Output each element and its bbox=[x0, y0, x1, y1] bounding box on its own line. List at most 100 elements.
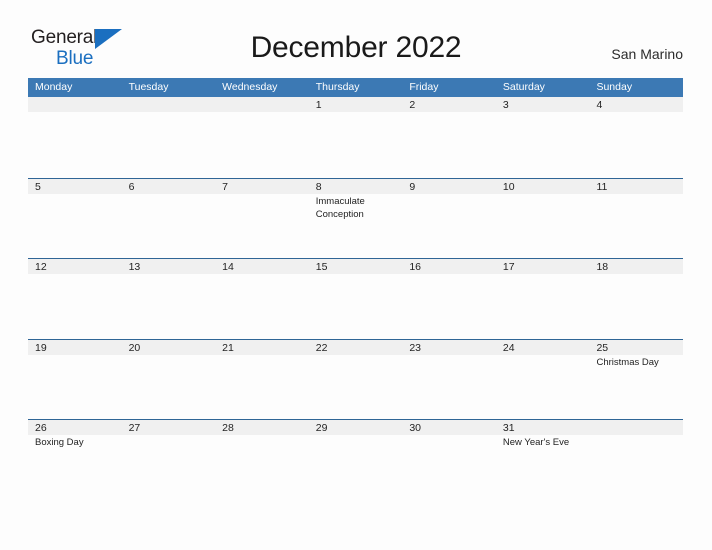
day-cell-8[interactable]: 8 Immaculate Conception bbox=[308, 178, 403, 258]
day-cell-14[interactable]: 14 bbox=[215, 259, 309, 339]
day-number: 9 bbox=[409, 180, 416, 193]
day-number-band bbox=[215, 178, 309, 194]
weekday-header-tuesday: Tuesday bbox=[128, 81, 169, 93]
day-number-band bbox=[308, 178, 403, 194]
day-cell-27[interactable]: 27 bbox=[121, 420, 216, 500]
day-events: Boxing Day bbox=[35, 436, 119, 449]
day-number: 15 bbox=[315, 261, 328, 273]
day-number-band bbox=[402, 97, 496, 112]
day-number: 6 bbox=[128, 180, 135, 193]
day-cell-10[interactable]: 10 bbox=[495, 178, 590, 258]
day-number: 7 bbox=[222, 180, 228, 193]
weekday-header-friday: Friday bbox=[409, 81, 439, 93]
day-cell-31[interactable]: 31 New Year's Eve bbox=[495, 420, 590, 500]
weekday-header-saturday: Saturday bbox=[502, 81, 545, 93]
event-label: Christmas Day bbox=[596, 356, 659, 368]
day-cell-11[interactable]: 11 bbox=[589, 178, 684, 258]
day-cell-15[interactable]: 15 bbox=[308, 259, 403, 339]
day-number-band bbox=[28, 97, 122, 112]
day-number-band bbox=[589, 420, 684, 435]
calendar-week-row: 26 Boxing Day 27 28 29 30 31 New Year's Eve bbox=[28, 419, 684, 500]
day-cell-empty bbox=[28, 97, 122, 178]
day-cell-26[interactable]: 26 Boxing Day bbox=[28, 420, 122, 500]
day-cell-2[interactable]: 2 bbox=[402, 97, 496, 178]
day-number: 5 bbox=[35, 180, 41, 193]
day-number: 1 bbox=[315, 99, 322, 111]
day-number-band bbox=[28, 178, 122, 194]
weekday-header-sunday: Sunday bbox=[596, 81, 633, 93]
day-number: 28 bbox=[222, 422, 234, 434]
day-number: 23 bbox=[409, 341, 421, 354]
day-number: 13 bbox=[128, 261, 141, 273]
calendar-week-row: 5 6 7 8 Immaculate Conception 9 10 11 bbox=[28, 177, 684, 258]
day-number: 21 bbox=[222, 341, 234, 354]
calendar-page: General Blue December 2022 San Marino Mo… bbox=[0, 0, 712, 550]
day-number: 18 bbox=[596, 261, 609, 273]
day-number-band bbox=[308, 97, 403, 112]
day-cell-20[interactable]: 20 bbox=[121, 339, 216, 419]
day-cell-21[interactable]: 21 bbox=[215, 339, 309, 419]
calendar-week-row: 1 2 3 4 bbox=[28, 97, 684, 178]
day-number: 4 bbox=[596, 99, 603, 111]
day-number: 20 bbox=[128, 341, 141, 354]
day-cell-empty bbox=[215, 97, 309, 178]
day-number: 12 bbox=[35, 261, 47, 273]
day-cell-4[interactable]: 4 bbox=[589, 97, 684, 178]
day-cell-12[interactable]: 12 bbox=[28, 259, 122, 339]
day-cell-25[interactable]: 25 Christmas Day bbox=[589, 339, 684, 419]
calendar-week-row: 12 13 14 15 16 17 18 bbox=[28, 258, 684, 339]
day-cell-6[interactable]: 6 bbox=[121, 178, 216, 258]
day-number: 29 bbox=[315, 422, 328, 434]
day-number: 31 bbox=[502, 422, 515, 434]
day-cell-22[interactable]: 22 bbox=[308, 339, 403, 419]
day-cell-1[interactable]: 1 bbox=[308, 97, 403, 178]
event-label: Immaculate bbox=[315, 195, 365, 207]
day-cell-23[interactable]: 23 bbox=[402, 339, 496, 419]
page-title: December 2022 bbox=[250, 31, 462, 64]
page-header: General Blue December 2022 San Marino bbox=[0, 0, 712, 78]
day-cell-7[interactable]: 7 bbox=[215, 178, 309, 258]
day-number: 30 bbox=[409, 422, 421, 434]
day-cell-5[interactable]: 5 bbox=[28, 178, 122, 258]
day-number-band bbox=[402, 178, 496, 194]
day-cell-16[interactable]: 16 bbox=[402, 259, 496, 339]
weekday-header-thursday: Thursday bbox=[315, 81, 360, 93]
weekday-header-wednesday: Wednesday bbox=[222, 81, 278, 93]
day-number: 10 bbox=[502, 180, 515, 193]
day-cell-18[interactable]: 18 bbox=[589, 259, 684, 339]
day-number: 26 bbox=[35, 422, 47, 434]
day-cell-3[interactable]: 3 bbox=[495, 97, 590, 178]
day-cell-empty bbox=[121, 97, 216, 178]
calendar-grid: Monday Tuesday Wednesday Thursday Friday Satu… bbox=[28, 78, 684, 500]
day-cell-empty bbox=[589, 420, 684, 500]
location-label: San Marino bbox=[611, 46, 683, 62]
day-number: 27 bbox=[128, 422, 141, 434]
day-number-band bbox=[121, 97, 216, 112]
day-cell-24[interactable]: 24 bbox=[495, 339, 590, 419]
day-number: 2 bbox=[409, 99, 416, 111]
day-number: 22 bbox=[315, 341, 328, 354]
day-number: 14 bbox=[222, 261, 234, 273]
day-number: 11 bbox=[596, 180, 608, 193]
day-cell-28[interactable]: 28 bbox=[215, 420, 309, 500]
event-label: Conception bbox=[315, 208, 364, 220]
calendar-weeks: 1 2 3 4 5 6 7 8 Immaculate Conception 9 10 11 12 13 14 1… bbox=[28, 97, 684, 500]
day-events: Christmas Day bbox=[596, 356, 680, 369]
day-cell-13[interactable]: 13 bbox=[121, 259, 216, 339]
day-number-band bbox=[495, 97, 590, 112]
day-cell-29[interactable]: 29 bbox=[308, 420, 403, 500]
day-cell-9[interactable]: 9 bbox=[402, 178, 496, 258]
day-number: 25 bbox=[596, 341, 609, 354]
day-cell-30[interactable]: 30 bbox=[402, 420, 496, 500]
day-cell-17[interactable]: 17 bbox=[495, 259, 590, 339]
day-number: 16 bbox=[409, 261, 421, 273]
calendar-week-row: 19 20 21 22 23 24 25 Christmas Day bbox=[28, 338, 684, 419]
day-number-band bbox=[121, 178, 216, 194]
day-events: Immaculate Conception bbox=[316, 195, 400, 221]
day-cell-19[interactable]: 19 bbox=[28, 339, 122, 419]
day-number: 24 bbox=[502, 341, 515, 354]
day-number: 17 bbox=[502, 261, 515, 273]
day-number-band bbox=[215, 97, 309, 112]
weekday-header-row: Monday Tuesday Wednesday Thursday Friday Satu… bbox=[28, 78, 683, 97]
day-number: 8 bbox=[315, 180, 322, 193]
